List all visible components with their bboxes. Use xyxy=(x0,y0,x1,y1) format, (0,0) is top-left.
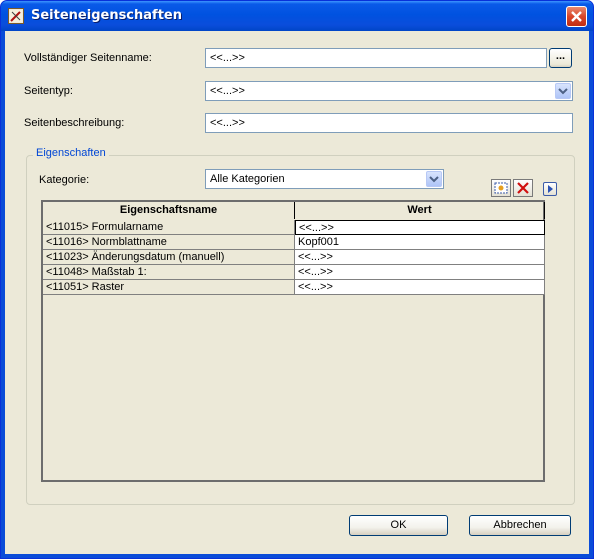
property-name: <11015> Formularname xyxy=(43,220,295,235)
table-row[interactable]: <11051> Raster <<...>> xyxy=(43,280,545,295)
desc-input[interactable]: <<...>> xyxy=(205,113,573,133)
fullname-input[interactable]: <<...>> xyxy=(205,48,547,68)
property-value[interactable]: <<...>> xyxy=(295,280,545,295)
desc-label: Seitenbeschreibung: xyxy=(24,117,125,129)
ok-button[interactable]: OK xyxy=(349,515,448,536)
new-property-button[interactable] xyxy=(491,179,511,197)
table-row[interactable]: <11023> Änderungsdatum (manuell) <<...>> xyxy=(43,250,545,265)
expand-button[interactable] xyxy=(543,182,557,196)
grid-header: Eigenschaftsname Wert xyxy=(43,202,545,221)
type-select-value: <<...>> xyxy=(210,85,245,97)
property-name: <11023> Änderungsdatum (manuell) xyxy=(43,250,295,265)
delete-property-button[interactable] xyxy=(513,179,533,197)
category-select-value: Alle Kategorien xyxy=(210,173,285,185)
app-icon xyxy=(8,8,24,24)
property-value[interactable]: <<...>> xyxy=(295,265,545,280)
fullname-label: Vollständiger Seitenname: xyxy=(24,52,152,64)
chevron-down-icon xyxy=(429,176,439,183)
title-bar[interactable]: Seiteneigenschaften xyxy=(1,1,593,31)
browse-button[interactable]: ... xyxy=(549,48,572,68)
table-row[interactable]: <11016> Normblattname Kopf001 xyxy=(43,235,545,250)
type-select[interactable]: <<...>> xyxy=(205,81,573,101)
window-title: Seiteneigenschaften xyxy=(31,8,182,23)
category-select[interactable]: Alle Kategorien xyxy=(205,169,444,189)
property-name: <11048> Maßstab 1: xyxy=(43,265,295,280)
category-label: Kategorie: xyxy=(39,174,90,186)
delete-icon xyxy=(517,182,529,194)
dialog-client-area: Vollständiger Seitenname: <<...>> ... Se… xyxy=(5,31,589,554)
property-name: <11016> Normblattname xyxy=(43,235,295,250)
property-value[interactable]: <<...>> xyxy=(295,250,545,265)
chevron-down-icon xyxy=(558,88,568,95)
play-arrow-icon xyxy=(548,185,553,193)
property-value[interactable]: Kopf001 xyxy=(295,235,545,250)
property-name: <11051> Raster xyxy=(43,280,295,295)
dialog-window: Seiteneigenschaften Vollständiger Seiten… xyxy=(0,0,594,559)
close-icon xyxy=(571,11,582,22)
properties-grid[interactable]: Eigenschaftsname Wert <11015> Formularna… xyxy=(41,200,545,482)
category-dropdown-button[interactable] xyxy=(426,171,442,187)
cancel-button[interactable]: Abbrechen xyxy=(469,515,571,536)
type-label: Seitentyp: xyxy=(24,85,73,97)
property-value-input[interactable]: <<...>> xyxy=(295,220,545,235)
new-property-icon xyxy=(494,182,508,194)
column-header-name[interactable]: Eigenschaftsname xyxy=(43,202,295,219)
type-dropdown-button[interactable] xyxy=(555,83,571,99)
table-row[interactable]: <11015> Formularname <<...>> xyxy=(43,220,545,235)
table-row[interactable]: <11048> Maßstab 1: <<...>> xyxy=(43,265,545,280)
close-button[interactable] xyxy=(566,6,587,27)
column-header-value[interactable]: Wert xyxy=(295,202,545,219)
properties-group-title: Eigenschaften xyxy=(33,147,109,159)
